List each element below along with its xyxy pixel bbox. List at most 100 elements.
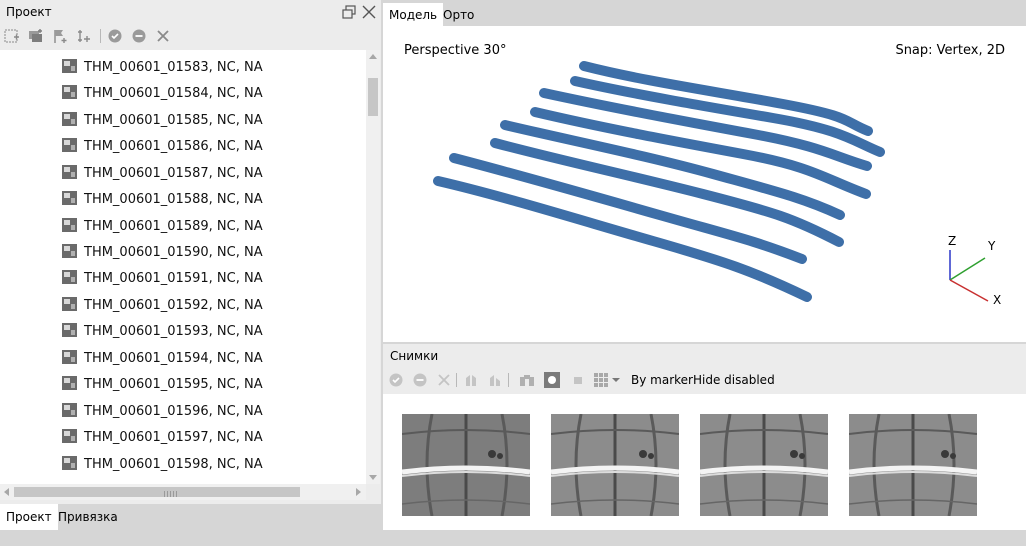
float-panel-icon[interactable] <box>341 4 357 20</box>
tree-item-label: THM_00601_01586, NC, NA <box>84 139 263 154</box>
scroll-right-arrow-icon[interactable] <box>356 488 361 496</box>
photos-toolbar: By marker Hide disabled <box>383 368 1026 392</box>
photo-thumbnail[interactable] <box>551 414 679 516</box>
toolbar-separator <box>100 29 101 43</box>
tree-item-label: THM_00601_01595, NC, NA <box>84 377 263 392</box>
by-marker-button[interactable]: By marker <box>631 373 693 387</box>
vertical-scroll-thumb[interactable] <box>368 78 378 116</box>
tree-item-camera[interactable]: THM_00601_01595, NC, NA <box>60 372 360 398</box>
grid-view-icon[interactable] <box>593 372 609 388</box>
tree-item-camera[interactable]: THM_00601_01590, NC, NA <box>60 240 360 266</box>
tree-item-label: THM_00601_01583, NC, NA <box>84 60 263 75</box>
tree-vertical-scrollbar[interactable] <box>366 50 380 484</box>
filter-marker-icon[interactable] <box>544 372 560 388</box>
photo-thumbnail[interactable] <box>849 414 977 516</box>
tree-item-label: THM_00601_01588, NC, NA <box>84 192 263 207</box>
tree-item-label: THM_00601_01591, NC, NA <box>84 271 263 286</box>
disable-photo-icon[interactable] <box>412 372 428 388</box>
project-toolbar <box>0 24 381 48</box>
tree-item-camera[interactable]: THM_00601_01594, NC, NA <box>60 346 360 372</box>
remove-icon[interactable] <box>155 28 171 44</box>
model-viewport[interactable]: Z Y X Perspective 30° Snap: Vertex, 2D <box>383 26 1026 342</box>
tree-item-label: THM_00601_01596, NC, NA <box>84 404 263 419</box>
add-photos-icon[interactable] <box>28 28 44 44</box>
tree-item-label: THM_00601_01589, NC, NA <box>84 219 263 234</box>
enable-photo-icon[interactable] <box>388 372 404 388</box>
photo-camera-icon <box>62 218 77 232</box>
snap-label: Snap: Vertex, 2D <box>895 43 1005 58</box>
tab-ortho[interactable]: Орто <box>437 3 480 26</box>
tree-item-camera[interactable]: THM_00601_01588, NC, NA <box>60 187 360 213</box>
photo-thumbnail[interactable] <box>402 414 530 516</box>
photo-camera-icon <box>62 376 77 390</box>
tree-item-label: THM_00601_01587, NC, NA <box>84 166 263 181</box>
toolbar-separator <box>456 373 457 387</box>
status-bar <box>0 530 1026 546</box>
rotate-left-icon[interactable] <box>463 372 479 388</box>
y-axis-label: Y <box>987 239 996 253</box>
photo-camera-icon <box>62 403 77 417</box>
tree-item-camera[interactable]: THM_00601_01591, NC, NA <box>60 266 360 292</box>
tree-item-camera[interactable]: THM_00601_01586, NC, NA <box>60 134 360 160</box>
scroll-down-arrow-icon[interactable] <box>369 475 377 480</box>
photo-camera-icon <box>62 323 77 337</box>
add-marker-icon[interactable] <box>52 28 68 44</box>
tree-item-label: THM_00601_01590, NC, NA <box>84 245 263 260</box>
disable-icon[interactable] <box>131 28 147 44</box>
tree-item-camera[interactable]: THM_00601_01598, NC, NA <box>60 452 360 478</box>
photo-camera-icon <box>62 191 77 205</box>
hide-disabled-button[interactable]: Hide disabled <box>693 373 775 387</box>
add-scalebar-icon[interactable] <box>76 28 92 44</box>
x-axis-line <box>949 279 989 302</box>
project-panel-header: Проект <box>0 0 381 24</box>
tab-reference[interactable]: Привязка <box>52 504 124 530</box>
tree-item-label: THM_00601_01585, NC, NA <box>84 113 263 128</box>
scroll-grip-icon <box>164 491 178 497</box>
small-square-icon[interactable] <box>570 372 586 388</box>
perspective-label: Perspective 30° <box>404 43 507 58</box>
toolbar-separator <box>508 373 509 387</box>
tree-item-camera[interactable]: THM_00601_01597, NC, NA <box>60 425 360 451</box>
scroll-up-arrow-icon[interactable] <box>369 54 377 59</box>
tree-item-label: THM_00601_01593, NC, NA <box>84 324 263 339</box>
photos-panel: Снимки By marker Hide disabled <box>383 344 1026 530</box>
tree-item-camera[interactable]: THM_00601_01589, NC, NA <box>60 214 360 240</box>
camera-tracks <box>433 61 885 302</box>
remove-photo-icon[interactable] <box>436 372 452 388</box>
enable-icon[interactable] <box>107 28 123 44</box>
x-axis-label: X <box>993 293 1001 307</box>
tree-item-camera[interactable]: THM_00601_01587, NC, NA <box>60 161 360 187</box>
tree-horizontal-scrollbar[interactable] <box>0 484 366 500</box>
horizontal-scroll-thumb[interactable] <box>14 487 300 497</box>
tree-item-camera[interactable]: THM_00601_01593, NC, NA <box>60 319 360 345</box>
tree-item-camera[interactable]: THM_00601_01592, NC, NA <box>60 293 360 319</box>
photo-thumbnail[interactable] <box>700 414 828 516</box>
app-window: Проект THM_00601_01583, NC, NA THM_00601… <box>0 0 1026 546</box>
photo-camera-icon <box>62 138 77 152</box>
photo-thumbnails <box>383 394 1026 530</box>
tree-item-camera[interactable]: THM_00601_01596, NC, NA <box>60 399 360 425</box>
photos-panel-title: Снимки <box>390 349 439 363</box>
rotate-right-icon[interactable] <box>487 372 503 388</box>
tree-item-camera[interactable]: THM_00601_01583, NC, NA <box>60 55 360 81</box>
tab-model[interactable]: Модель <box>383 3 444 26</box>
chevron-down-icon[interactable] <box>611 372 621 388</box>
close-panel-icon[interactable] <box>362 4 376 20</box>
photo-camera-icon <box>62 244 77 258</box>
tree-item-label: THM_00601_01594, NC, NA <box>84 351 263 366</box>
photo-camera-icon <box>62 429 77 443</box>
filter-binoculars-icon[interactable] <box>519 372 535 388</box>
tree-item-camera[interactable]: THM_00601_01584, NC, NA <box>60 81 360 107</box>
tree-item-label: THM_00601_01592, NC, NA <box>84 298 263 313</box>
scroll-left-arrow-icon[interactable] <box>4 488 9 496</box>
project-tree: THM_00601_01583, NC, NA THM_00601_01584,… <box>0 50 366 484</box>
add-chunk-icon[interactable] <box>4 28 20 44</box>
tab-project[interactable]: Проект <box>0 504 58 530</box>
z-axis-label: Z <box>948 234 956 248</box>
project-bottom-tabs: Проект Привязка <box>0 504 381 530</box>
tree-item-camera[interactable]: THM_00601_01585, NC, NA <box>60 108 360 134</box>
workspace: Модель Орто Z Y X Perspective 30° Snap: … <box>383 0 1026 530</box>
photo-camera-icon <box>62 456 77 470</box>
photo-camera-icon <box>62 112 77 126</box>
photo-camera-icon <box>62 270 77 284</box>
